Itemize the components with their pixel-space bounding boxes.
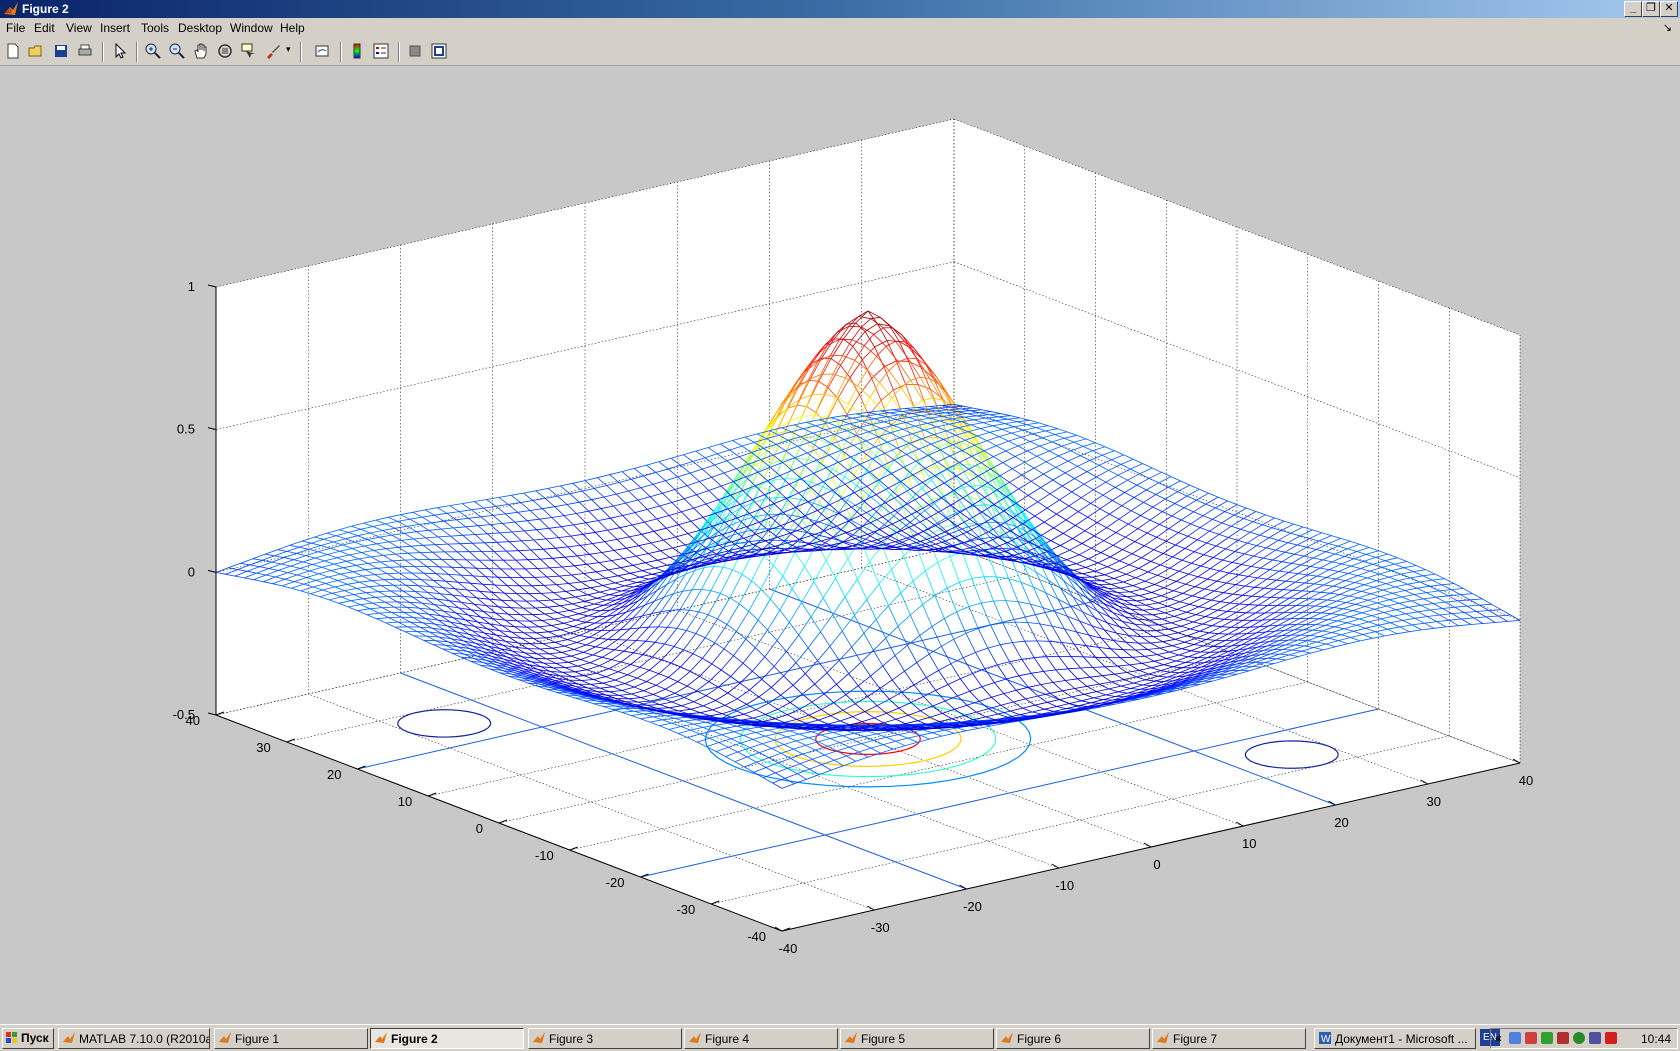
mesh-segment (592, 630, 602, 631)
colorbar-icon[interactable] (348, 42, 366, 60)
figure-canvas[interactable]: 10.50-0.5-40-30-20-10010203040403020100-… (0, 66, 1680, 1024)
mesh-segment (563, 672, 575, 673)
mesh-segment (1091, 703, 1100, 704)
mesh-segment (1083, 657, 1095, 658)
menu-insert[interactable]: Insert (100, 21, 130, 35)
save-icon[interactable] (52, 42, 70, 60)
open-file-icon[interactable] (27, 42, 45, 60)
menu-edit[interactable]: Edit (34, 21, 55, 35)
axes-panels (216, 119, 1520, 931)
mesh-segment (1135, 650, 1147, 651)
hide-plot-tools-icon[interactable] (406, 42, 424, 60)
mesh-segment (890, 730, 899, 731)
menu-window[interactable]: Window (230, 21, 273, 35)
link-plot-icon[interactable] (314, 42, 332, 60)
window-titlebar: Figure 2 _ ❐ ✕ (0, 0, 1680, 18)
mesh-segment (1180, 672, 1189, 673)
show-plot-tools-icon[interactable] (430, 42, 448, 60)
toolbar-separator (340, 42, 342, 62)
menu-view[interactable]: View (66, 21, 92, 35)
mesh-segment (1152, 685, 1161, 686)
zoom-out-icon[interactable] (168, 42, 186, 60)
edit-plot-arrow-icon[interactable] (111, 42, 129, 60)
mesh-segment (980, 724, 989, 725)
rotate-3d-icon[interactable] (216, 42, 234, 60)
matlab-icon (3, 1, 19, 17)
toolbar-separator (136, 42, 138, 62)
new-figure-icon[interactable] (4, 42, 22, 60)
menu-file[interactable]: File (6, 21, 25, 35)
legend-icon[interactable] (372, 42, 390, 60)
mesh-segment (1143, 685, 1152, 686)
minimize-button[interactable]: _ (1624, 1, 1642, 17)
menu-desktop[interactable]: Desktop (178, 21, 222, 35)
print-icon[interactable] (76, 42, 94, 60)
mesh-segment (657, 708, 669, 709)
brush-icon[interactable] (264, 42, 282, 60)
data-cursor-icon[interactable] (240, 42, 258, 60)
mesh-segment (971, 724, 980, 725)
toolbar-separator (398, 42, 400, 62)
close-button[interactable]: ✕ (1660, 1, 1678, 17)
toolbar-separator (300, 42, 302, 62)
mesh-segment (896, 341, 905, 342)
restore-button[interactable]: ❐ (1642, 1, 1660, 17)
surface-plot[interactable]: 10.50-0.5-40-30-20-10010203040403020100-… (0, 66, 1680, 1024)
mesh-segment (934, 728, 943, 729)
mesh-segment (779, 728, 791, 729)
menu-bar: File Edit View Insert Tools Desktop Wind… (0, 18, 1680, 38)
brush-dropdown-icon[interactable]: ▾ (286, 44, 291, 55)
mesh-segment (821, 374, 833, 375)
mesh-segment (627, 640, 636, 641)
mesh-segment (1042, 714, 1051, 715)
dock-arrow-icon[interactable]: ↘ (1663, 21, 1672, 34)
pan-hand-icon[interactable] (192, 42, 210, 60)
zoom-in-icon[interactable] (144, 42, 162, 60)
toolbar-separator (102, 42, 104, 62)
menu-help[interactable]: Help (280, 21, 305, 35)
mesh-segment (1179, 688, 1188, 689)
mesh-segment (665, 715, 677, 716)
menu-tools[interactable]: Tools (141, 21, 169, 35)
window-title: Figure 2 (22, 2, 69, 16)
mesh-segment (910, 724, 919, 725)
